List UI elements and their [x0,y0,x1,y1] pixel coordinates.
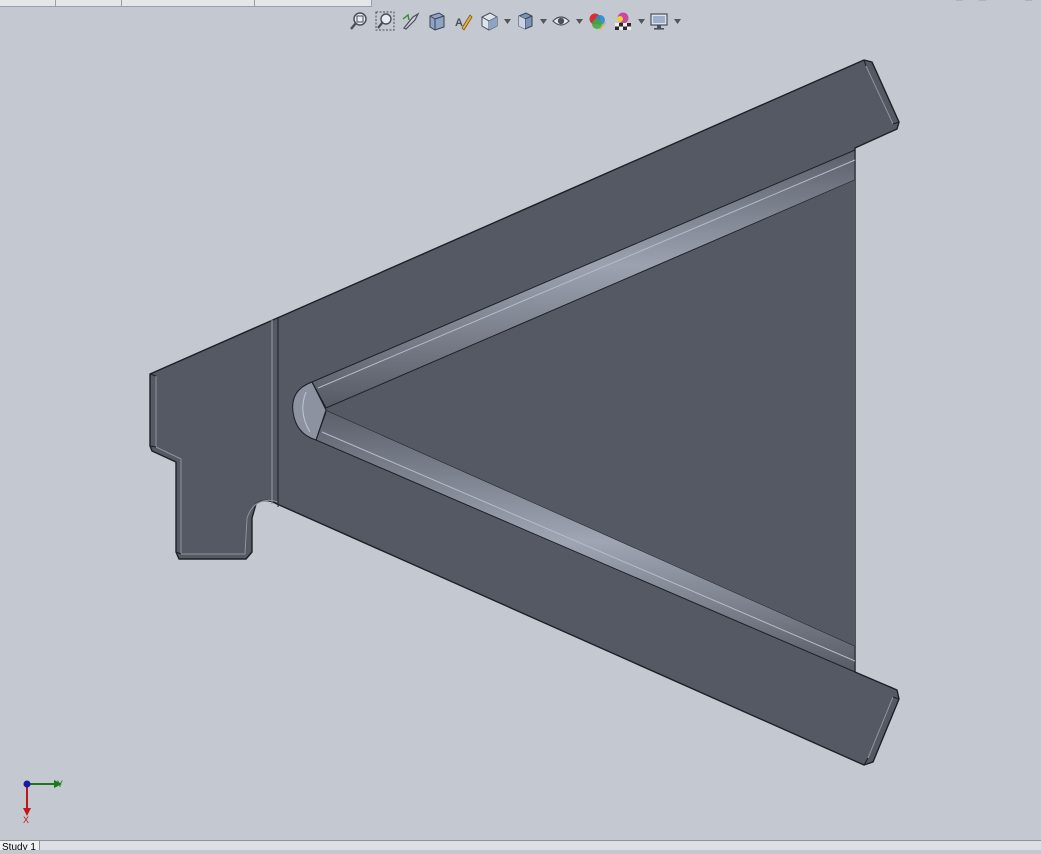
edit-appearance-icon[interactable] [584,8,610,34]
display-style-icon[interactable] [512,8,538,34]
section-view-icon[interactable] [424,8,450,34]
view-settings-icon[interactable] [646,8,672,34]
apply-scene-icon[interactable] [610,8,636,34]
zoom-to-area-icon[interactable] [372,8,398,34]
zoom-to-fit-icon[interactable] [346,8,372,34]
apply-scene-dropdown-icon[interactable] [636,8,646,34]
triad-x-label: X [23,815,29,825]
hide-show-items-dropdown-icon[interactable] [574,8,584,34]
dynamic-annotation-icon[interactable]: A [450,8,476,34]
heads-up-view-toolbar: A [346,8,682,34]
view-orientation-icon[interactable] [476,8,502,34]
view-orientation-dropdown-icon[interactable] [502,8,512,34]
previous-view-icon[interactable] [398,8,424,34]
svg-text:A: A [455,17,463,29]
triad-y-label: Y [57,779,63,789]
view-settings-dropdown-icon[interactable] [672,8,682,34]
reference-triad: Y X [14,772,70,828]
display-style-dropdown-icon[interactable] [538,8,548,34]
graphics-viewport[interactable] [0,0,1041,849]
sheet-metal-part [149,59,900,766]
hide-show-items-icon[interactable] [548,8,574,34]
triad-origin [23,780,31,788]
